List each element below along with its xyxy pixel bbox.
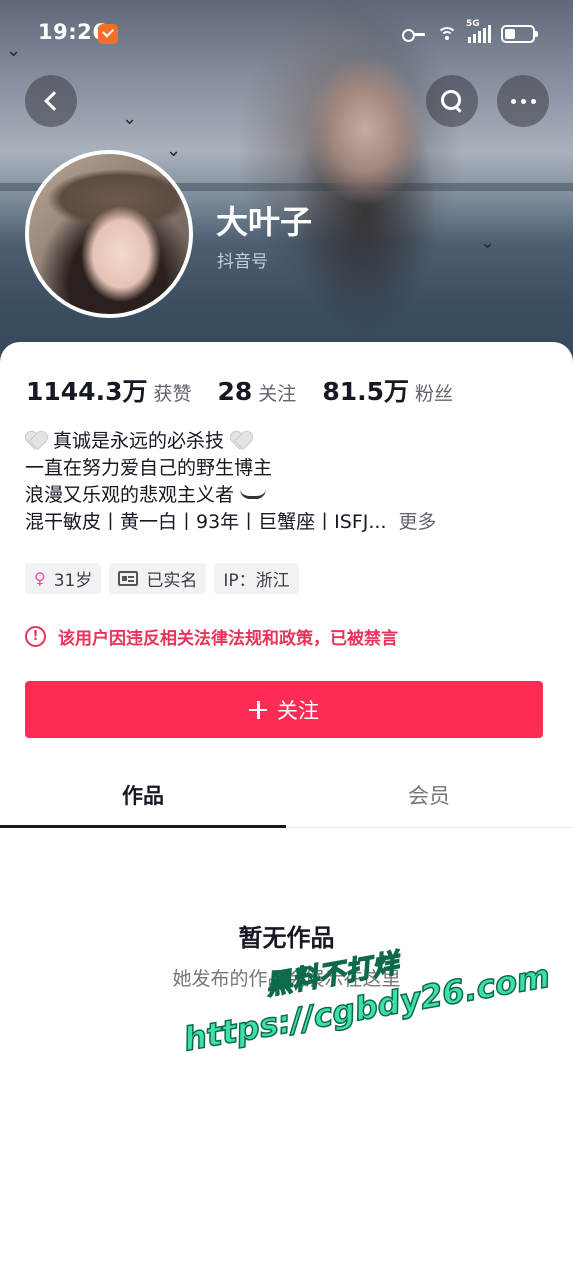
stat-label: 获赞 [153, 383, 192, 405]
plus-icon [249, 700, 267, 719]
bio-line: 混干敏皮丨黄一白丨93年丨巨蟹座丨ISFJ... 更多 [25, 509, 545, 536]
bio-text: 真诚是永远的必杀技 [53, 430, 225, 452]
seagull-icon: ⌄ [166, 140, 182, 161]
search-icon [441, 90, 463, 112]
stat-followers[interactable]: 81.5万 粉丝 [322, 372, 453, 408]
battery-icon [501, 25, 538, 43]
profile-bio: 真诚是永远的必杀技 一直在努力爱自己的野生博主 浪漫又乐观的悲观主义者 混干敏皮… [25, 428, 545, 536]
bio-text: 混干敏皮丨黄一白丨93年丨巨蟹座丨ISFJ... [25, 511, 387, 533]
stat-value: 28 [217, 377, 253, 406]
app-notification-icon [98, 24, 118, 44]
seagull-icon: ⌄ [122, 108, 138, 129]
tab-works[interactable]: 作品 [0, 766, 286, 828]
network-type: 5G [466, 19, 480, 29]
stat-label: 粉丝 [415, 383, 454, 405]
stat-label: 关注 [258, 383, 297, 405]
bio-line: 浪漫又乐观的悲观主义者 [25, 482, 545, 509]
status-bar: 19:26 5G [0, 14, 573, 54]
stat-value: 81.5万 [322, 377, 409, 406]
more-options-button[interactable] [497, 75, 549, 127]
profile-tags: ♀ 31岁 已实名 IP：浙江 [25, 563, 299, 594]
female-icon: ♀ [34, 569, 46, 588]
wifi-icon [436, 25, 458, 43]
back-button[interactable] [25, 75, 77, 127]
verified-text: 已实名 [146, 571, 198, 591]
stat-following[interactable]: 28 关注 [218, 377, 297, 406]
vpn-key-icon [402, 27, 426, 42]
white-heart-icon [230, 431, 252, 449]
cover-portrait [270, 10, 460, 350]
cellular-signal-icon: 5G [466, 19, 491, 43]
search-button[interactable] [426, 75, 478, 127]
seagull-icon: ⌄ [480, 232, 496, 253]
stat-likes[interactable]: 1144.3万 获赞 [26, 372, 192, 408]
status-time: 19:26 [38, 20, 108, 44]
profile-name: 大叶子 [216, 203, 313, 241]
verified-tag[interactable]: 已实名 [109, 563, 207, 594]
ban-notice: ! 该用户因违反相关法律法规和政策，已被禁言 [25, 624, 398, 649]
age-tag: ♀ 31岁 [25, 563, 102, 594]
stat-value: 1144.3万 [26, 377, 148, 406]
tab-membership[interactable]: 会员 [286, 766, 572, 827]
bio-more-link[interactable]: 更多 [399, 509, 437, 536]
content-tabs: 作品 会员 [0, 766, 573, 828]
bio-line: 一直在努力爱自己的野生博主 [25, 457, 273, 479]
white-heart-icon [25, 431, 47, 449]
profile-stats: 1144.3万 获赞 28 关注 81.5万 粉丝 [26, 372, 479, 408]
bio-text: 浪漫又乐观的悲观主义者 [25, 484, 235, 506]
bio-line: 真诚是永远的必杀技 [25, 428, 545, 455]
follow-button[interactable]: 关注 [25, 681, 543, 738]
warning-icon: ! [25, 626, 46, 647]
id-card-icon [118, 571, 139, 586]
douyin-id-label[interactable]: 抖音号 [217, 247, 268, 272]
chevron-left-icon [44, 91, 64, 111]
avatar[interactable] [25, 150, 193, 318]
more-icon [510, 98, 536, 104]
ban-text: 该用户因违反相关法律法规和政策，已被禁言 [58, 629, 398, 649]
wave-icon [240, 489, 267, 499]
age-text: 31岁 [53, 571, 93, 591]
ip-text: IP：浙江 [223, 571, 290, 591]
follow-label: 关注 [277, 698, 319, 723]
ip-tag: IP：浙江 [214, 563, 299, 594]
